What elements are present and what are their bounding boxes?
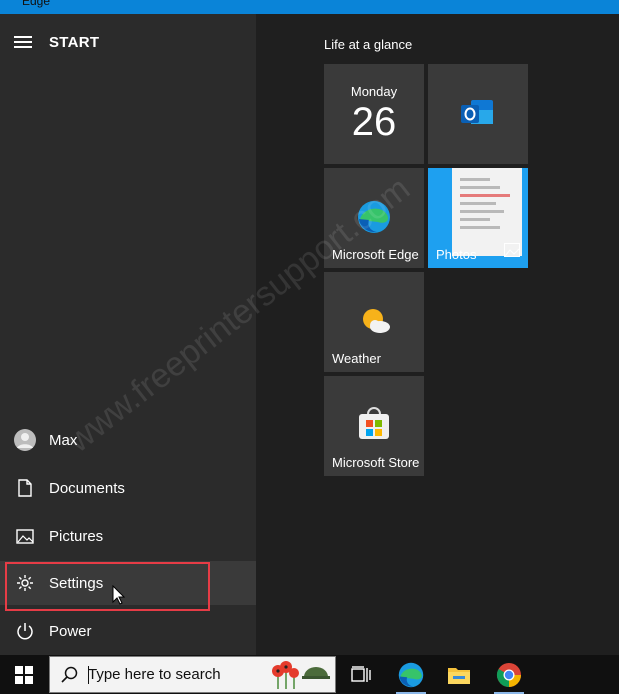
- windows-icon[interactable]: [0, 655, 48, 694]
- store-tile-label: Microsoft Store: [332, 455, 420, 470]
- avatar-icon: [0, 429, 49, 451]
- poppy-icon: [264, 659, 330, 694]
- document-icon: [0, 479, 49, 497]
- search-icon: [61, 666, 79, 689]
- search-input[interactable]: [88, 657, 263, 692]
- taskbar: [0, 655, 619, 694]
- calendar-day: Monday: [350, 84, 398, 99]
- weather-icon: [358, 306, 392, 341]
- pictures-label: Pictures: [49, 527, 104, 545]
- settings-highlight-box: [5, 562, 210, 611]
- photos-tile[interactable]: Photos: [428, 168, 528, 268]
- user-account-item[interactable]: Max: [0, 418, 256, 462]
- task-view-icon[interactable]: [338, 655, 384, 694]
- edge-tile-label: Microsoft Edge: [332, 247, 419, 262]
- weather-tile-label: Weather: [332, 351, 381, 366]
- background-window-titlebar: Edge: [0, 0, 619, 14]
- mouse-cursor-icon: [112, 584, 126, 610]
- store-tile[interactable]: Microsoft Store: [324, 376, 424, 476]
- outlook-icon: [461, 98, 495, 133]
- start-menu-left-pane: [0, 14, 256, 655]
- edge-icon: [357, 200, 391, 239]
- calendar-date: 26: [351, 100, 397, 144]
- window-title: Edge: [22, 0, 51, 8]
- tile-group-title: Life at a glance: [324, 37, 413, 52]
- edge-tile[interactable]: Microsoft Edge: [324, 168, 424, 268]
- pictures-item[interactable]: Pictures: [0, 514, 256, 558]
- user-name: Max: [49, 431, 78, 449]
- photos-icon: [504, 243, 520, 262]
- power-label: Power: [49, 622, 92, 640]
- chrome-icon[interactable]: [486, 655, 532, 694]
- power-icon: [0, 622, 49, 640]
- weather-tile[interactable]: Weather: [324, 272, 424, 372]
- power-item[interactable]: Power: [0, 609, 256, 653]
- store-icon: [358, 406, 390, 445]
- calendar-tile[interactable]: Monday 26: [324, 64, 424, 164]
- taskbar-search-box[interactable]: [49, 656, 336, 693]
- documents-label: Documents: [49, 479, 125, 497]
- photos-tile-label: Photos: [436, 247, 477, 262]
- documents-item[interactable]: Documents: [0, 466, 256, 510]
- start-title: START: [49, 34, 100, 51]
- picture-icon: [0, 528, 49, 544]
- file-explorer-icon[interactable]: [436, 655, 482, 694]
- hamburger-menu-icon[interactable]: [14, 36, 32, 50]
- taskbar-edge-icon[interactable]: [388, 655, 434, 694]
- outlook-tile[interactable]: [428, 64, 528, 164]
